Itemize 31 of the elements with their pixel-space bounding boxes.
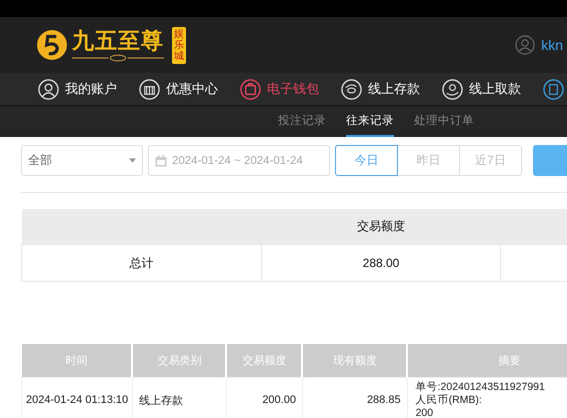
table-cell: 2024-01-24 01:13:10 (22, 378, 132, 418)
nav-item[interactable]: 我的账户 (38, 78, 117, 100)
table-cell: 288.00 (261, 244, 501, 282)
table-cell: 总计 (22, 244, 262, 282)
nav-item[interactable]: 优惠中心 (139, 78, 218, 100)
clipboard-icon[interactable] (543, 78, 564, 100)
summary-line: 单号:202401243511927991 (416, 380, 546, 394)
ornament-icon (70, 54, 166, 62)
table-cell: 200.00 (226, 378, 302, 418)
user-icon (38, 78, 59, 100)
user-icon[interactable] (515, 35, 536, 55)
logo-badge: 娱乐城 (172, 26, 186, 64)
calendar-icon (155, 154, 167, 166)
table-cell: 288.85 (302, 378, 408, 418)
sub-tab[interactable]: 投注记录 (278, 106, 326, 137)
nav-item[interactable]: 线上存款 (341, 78, 420, 100)
table-cell: 线上存款 (132, 378, 226, 418)
logo-text: 九五至尊 (72, 28, 164, 54)
nav-item[interactable]: 线上取款 (442, 78, 521, 100)
sub-tab[interactable]: 处理中订单 (414, 106, 474, 137)
sub-tab[interactable]: 往来记录 (346, 106, 394, 137)
table-header-cell: 交易额度 (22, 209, 567, 244)
logo-emblem-icon (36, 29, 68, 61)
caret-icon (129, 158, 136, 163)
username-link[interactable]: kkn (541, 37, 563, 53)
gift-icon (139, 78, 160, 100)
wallet-icon (240, 78, 261, 100)
summary-line: 人民币(RMB): (416, 394, 483, 406)
type-select[interactable]: 全部 (21, 145, 143, 176)
nav-item[interactable]: 电子钱包 (240, 78, 319, 100)
summary-line: 200 (416, 406, 434, 418)
